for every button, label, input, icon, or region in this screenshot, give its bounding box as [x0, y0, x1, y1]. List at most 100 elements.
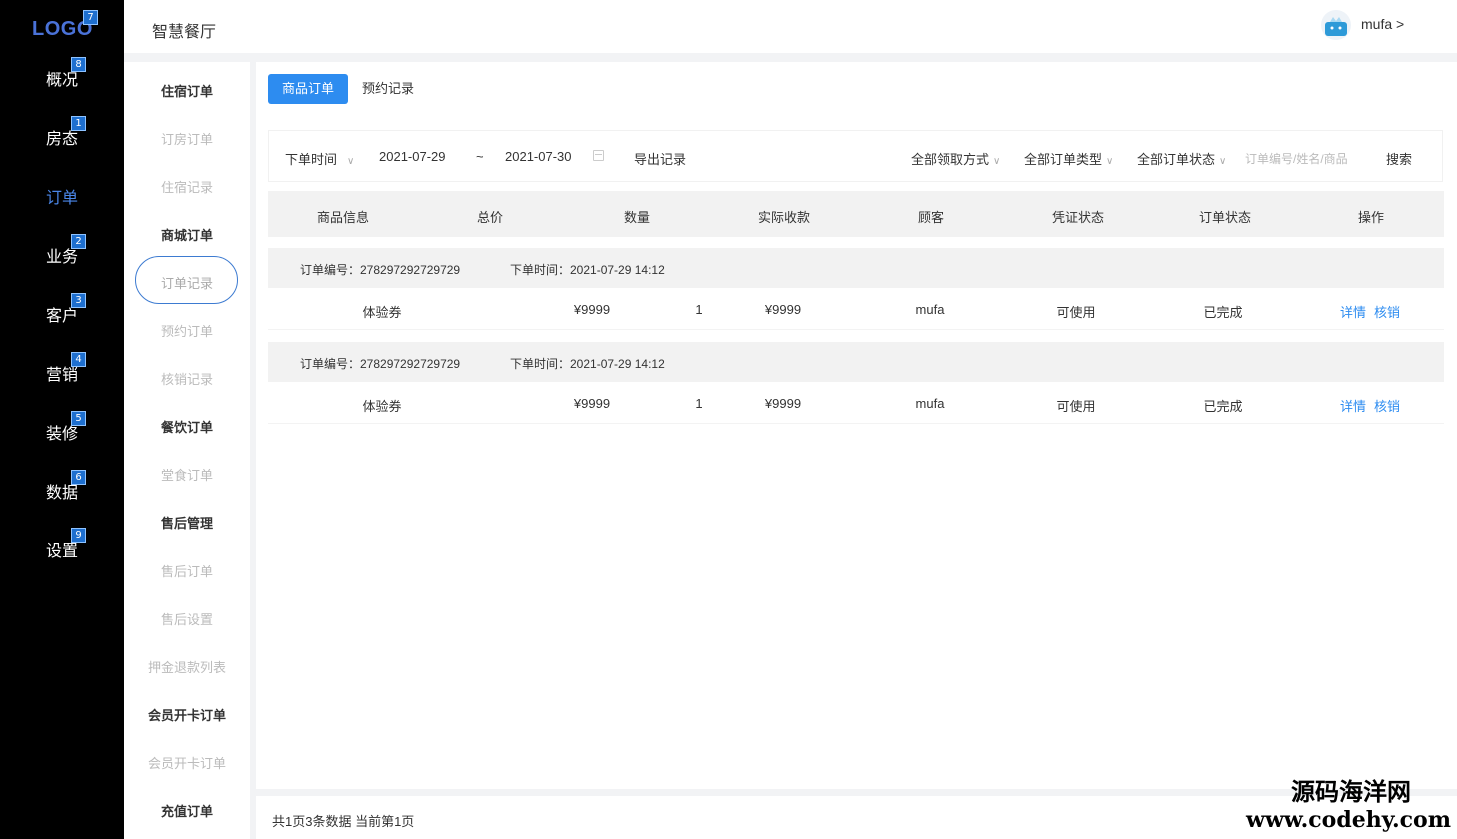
detail-link[interactable]: 详情: [1340, 396, 1366, 415]
subnav-group-mall[interactable]: 商城订单: [124, 225, 250, 244]
nav-item-overview[interactable]: 概况 8: [0, 57, 124, 92]
search-button[interactable]: 搜索: [1386, 149, 1412, 168]
order-type-label: 全部订单类型: [1024, 152, 1103, 167]
nav-item-label: 订单: [46, 190, 79, 207]
order-status-select[interactable]: 全部订单状态 ∨: [1137, 149, 1226, 168]
nav-item-settings[interactable]: 设置 9: [0, 528, 124, 563]
sub-nav: 住宿订单 订房订单 住宿记录 商城订单 订单记录 预约订单 核销记录 餐饮订单 …: [124, 62, 250, 839]
order-status-cell: 已完成: [1203, 305, 1243, 320]
subnav-stay-records[interactable]: 住宿记录: [124, 177, 250, 196]
subnav-aftersale-settings[interactable]: 售后设置: [124, 609, 250, 628]
calendar-icon[interactable]: [593, 150, 604, 161]
chevron-down-icon: ∨: [347, 156, 355, 167]
nav-item-marketing[interactable]: 营销 4: [0, 352, 124, 387]
order-group-header: 订单编号：278297292729729 下单时间：2021-07-29 14:…: [268, 342, 1444, 382]
column-header: 实际收款: [757, 210, 811, 225]
qty-cell: 1: [695, 396, 703, 411]
column-header: 顾客: [917, 210, 945, 225]
nav-badge: 9: [71, 528, 86, 543]
export-button[interactable]: 导出记录: [634, 149, 686, 168]
nav-badge: 5: [71, 411, 86, 426]
verify-link[interactable]: 核销: [1374, 302, 1400, 321]
table-row: 体验券 ¥9999 1 ¥9999 mufa 可使用 已完成 详情 核销: [268, 382, 1444, 424]
column-header: 操作: [1357, 210, 1385, 225]
table-header: 商品信息 总价 数量 实际收款 顾客 凭证状态 订单状态 操作: [268, 191, 1444, 237]
order-number: 订单编号：278297292729729: [300, 263, 461, 277]
subnav-aftersale-orders[interactable]: 售后订单: [124, 561, 250, 580]
end-date-input[interactable]: 2021-07-30: [505, 149, 572, 164]
subnav-group-lodging[interactable]: 住宿订单: [124, 81, 250, 100]
product-cell: 体验券: [362, 399, 402, 414]
subnav-group-membership[interactable]: 会员开卡订单: [124, 705, 250, 724]
detail-link[interactable]: 详情: [1340, 302, 1366, 321]
time-type-label: 下单时间: [285, 152, 338, 167]
subnav-dine-in-orders[interactable]: 堂食订单: [124, 465, 250, 484]
subnav-booking-orders[interactable]: 预约订单: [124, 321, 250, 340]
nav-badge: 3: [71, 293, 86, 308]
nav-item-room-status[interactable]: 房态 1: [0, 116, 124, 151]
total-cell: ¥9999: [573, 396, 611, 411]
watermark: 源码海洋网 www.codehy.com: [1246, 772, 1451, 833]
app-title: 智慧餐厅: [152, 24, 217, 41]
main-nav: LOGO 7 概况 8 房态 1 订单 业务 2 客户 3 营销 4 装修 5 …: [0, 0, 124, 839]
nav-badge: 8: [71, 57, 86, 72]
subnav-order-records[interactable]: 订单记录: [124, 273, 250, 292]
nav-badge: 1: [71, 116, 86, 131]
subnav-deposit-refunds[interactable]: 押金退款列表: [124, 657, 250, 676]
subnav-group-aftersale[interactable]: 售后管理: [124, 513, 250, 532]
order-group-header: 订单编号：278297292729729 下单时间：2021-07-29 14:…: [268, 248, 1444, 288]
column-header: 订单状态: [1198, 210, 1252, 225]
order-time: 下单时间：2021-07-29 14:12: [510, 357, 665, 371]
order-time: 下单时间：2021-07-29 14:12: [510, 263, 665, 277]
search-input[interactable]: 订单编号/姓名/商品: [1245, 150, 1348, 167]
nav-item-customers[interactable]: 客户 3: [0, 293, 124, 328]
tab-booking-records[interactable]: 预约记录: [348, 74, 428, 104]
order-status-label: 全部订单状态: [1137, 152, 1216, 167]
time-type-select[interactable]: 下单时间 ∨: [285, 149, 354, 168]
customer-cell: mufa: [915, 396, 945, 411]
subnav-verify-records[interactable]: 核销记录: [124, 369, 250, 388]
chevron-down-icon: ∨: [1219, 156, 1227, 167]
table-row: 体验券 ¥9999 1 ¥9999 mufa 可使用 已完成 详情 核销: [268, 288, 1444, 330]
subnav-group-dining[interactable]: 餐饮订单: [124, 417, 250, 436]
date-separator: ~: [476, 149, 484, 164]
qty-cell: 1: [695, 302, 703, 317]
nav-item-business[interactable]: 业务 2: [0, 234, 124, 269]
nav-badge: 2: [71, 234, 86, 249]
watermark-title: 源码海洋网: [1291, 778, 1411, 806]
content-panel: 商品订单 预约记录 下单时间 ∨ 2021-07-29 ~ 2021-07-30 …: [256, 62, 1457, 789]
subnav-group-recharge[interactable]: 充值订单: [124, 801, 250, 820]
subnav-membership-orders[interactable]: 会员开卡订单: [124, 753, 250, 772]
filter-bar: 下单时间 ∨ 2021-07-29 ~ 2021-07-30 导出记录 全部领取方…: [268, 130, 1443, 182]
nav-item-data[interactable]: 数据 6: [0, 470, 124, 505]
paid-cell: ¥9999: [764, 302, 802, 317]
nav-badge: 4: [71, 352, 86, 367]
column-header: 数量: [623, 210, 651, 225]
start-date-input[interactable]: 2021-07-29: [379, 149, 446, 164]
verify-link[interactable]: 核销: [1374, 396, 1400, 415]
avatar[interactable]: [1321, 10, 1351, 40]
order-type-select[interactable]: 全部订单类型 ∨: [1024, 149, 1113, 168]
logo-badge: 7: [83, 10, 98, 25]
top-header: 智慧餐厅 mufa >: [124, 0, 1457, 53]
avatar-icon: [1325, 17, 1347, 36]
voucher-status-cell: 可使用: [1056, 305, 1096, 320]
user-menu[interactable]: mufa >: [1361, 16, 1404, 32]
tab-product-orders[interactable]: 商品订单: [268, 74, 349, 104]
pagination-summary: 共1页3条数据 当前第1页: [272, 814, 415, 829]
order-number: 订单编号：278297292729729: [300, 357, 461, 371]
nav-badge: 6: [71, 470, 86, 485]
nav-item-decoration[interactable]: 装修 5: [0, 411, 124, 446]
voucher-status-cell: 可使用: [1056, 399, 1096, 414]
column-header: 凭证状态: [1051, 210, 1105, 225]
total-cell: ¥9999: [573, 302, 611, 317]
pickup-method-select[interactable]: 全部领取方式 ∨: [911, 149, 1000, 168]
column-header: 总价: [476, 210, 504, 225]
subnav-room-orders[interactable]: 订房订单: [124, 129, 250, 148]
watermark-url: www.codehy.com: [1246, 807, 1451, 833]
product-cell: 体验券: [362, 305, 402, 320]
customer-cell: mufa: [915, 302, 945, 317]
paid-cell: ¥9999: [764, 396, 802, 411]
chevron-down-icon: ∨: [993, 156, 1001, 167]
nav-item-orders[interactable]: 订单: [0, 180, 124, 210]
